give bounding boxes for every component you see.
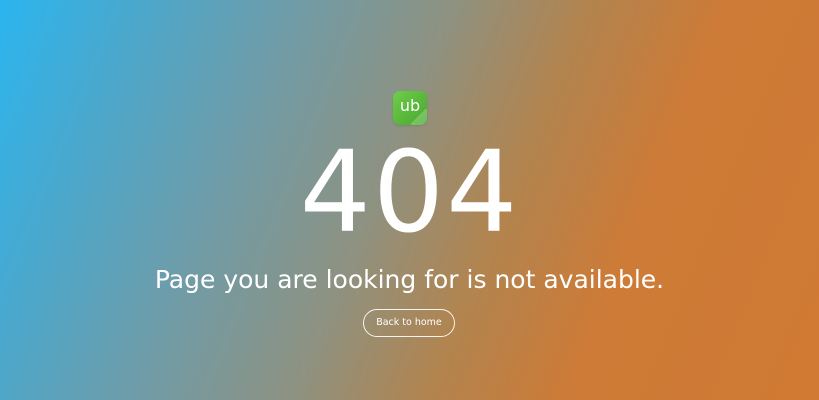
error-code: 404: [299, 128, 520, 258]
error-message: Page you are looking for is not availabl…: [154, 265, 665, 294]
logo-text: ub: [399, 96, 421, 115]
back-to-home-button[interactable]: Back to home: [363, 309, 455, 337]
error-page: ub 404 Page you are looking for is not a…: [0, 0, 819, 400]
logo[interactable]: ub: [393, 91, 427, 125]
